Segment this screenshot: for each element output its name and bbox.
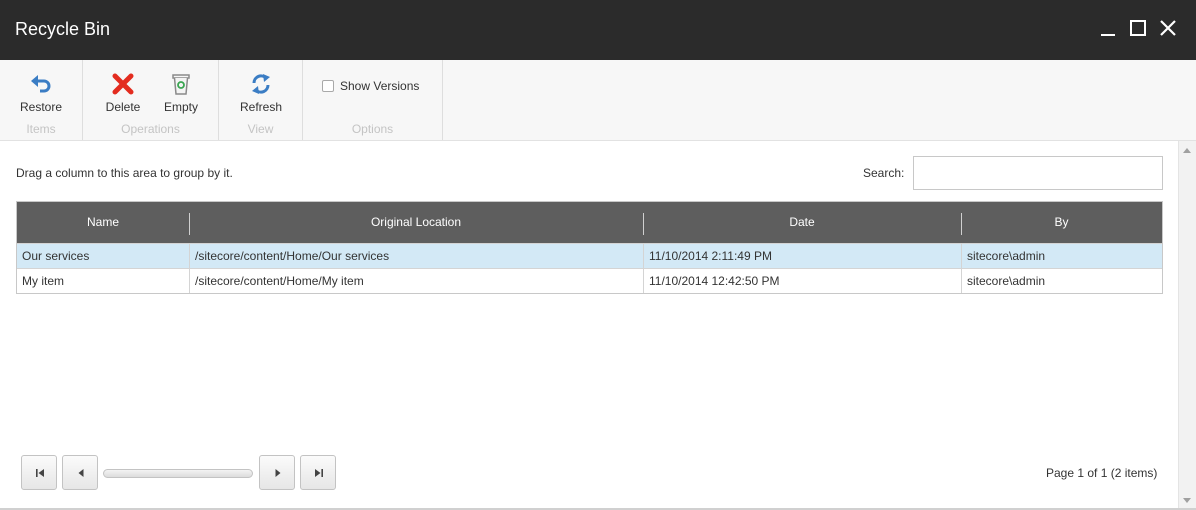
cell-name: My item (22, 274, 64, 288)
ribbon-group-items: Restore Items (0, 60, 83, 140)
cell-by: sitecore\admin (961, 269, 1162, 293)
cell-by: sitecore\admin (961, 244, 1162, 268)
last-page-icon (315, 469, 323, 477)
last-page-button[interactable] (300, 455, 336, 490)
column-header-by[interactable]: By (961, 202, 1162, 243)
close-icon[interactable] (1156, 16, 1180, 40)
empty-button[interactable]: Empty (161, 72, 201, 114)
first-page-button[interactable] (21, 455, 57, 490)
delete-label: Delete (105, 100, 141, 114)
group-caption-operations: Operations (121, 122, 180, 136)
ribbon-group-view: Refresh View (219, 60, 303, 140)
maximize-icon[interactable] (1126, 16, 1150, 40)
title-bar: Recycle Bin (0, 0, 1196, 60)
next-page-icon (275, 469, 281, 477)
ribbon-group-operations: Delete Empty Operations (83, 60, 219, 140)
show-versions-toggle[interactable]: Show Versions (322, 79, 419, 93)
ribbon-toolbar: Restore Items Delete Empty Operations Re… (0, 60, 1196, 141)
grid-header: Name Original Location Date By (17, 202, 1162, 243)
recycle-bin-grid: Name Original Location Date By Our servi… (16, 201, 1163, 294)
restore-button[interactable]: Restore (18, 72, 64, 114)
show-versions-label: Show Versions (340, 79, 420, 93)
cell-original-location: /sitecore/content/Home/My item (189, 269, 643, 293)
cell-date: 11/10/2014 12:42:50 PM (643, 269, 961, 293)
group-caption-items: Items (26, 122, 56, 136)
restore-label: Restore (19, 100, 63, 114)
ribbon-group-options: Show Versions Options (303, 60, 443, 140)
first-page-icon (36, 469, 44, 477)
red-x-icon (112, 73, 134, 95)
group-caption-options: Options (351, 122, 394, 136)
group-by-hint: Drag a column to this area to group by i… (16, 166, 233, 180)
next-page-button[interactable] (259, 455, 295, 490)
empty-label: Empty (163, 100, 198, 114)
cell-original-location: /sitecore/content/Home/Our services (189, 244, 643, 268)
table-row[interactable]: Our services /sitecore/content/Home/Our … (17, 243, 1162, 268)
page-slider[interactable] (103, 469, 253, 478)
group-caption-view: View (247, 122, 274, 136)
previous-page-button[interactable] (62, 455, 98, 490)
refresh-label: Refresh (239, 100, 283, 114)
undo-arrow-icon (31, 75, 51, 93)
vertical-scrollbar[interactable] (1178, 141, 1196, 510)
column-header-original-location[interactable]: Original Location (189, 202, 643, 243)
table-row[interactable]: My item /sitecore/content/Home/My item 1… (17, 268, 1162, 293)
search-label: Search: (863, 166, 905, 180)
pager-summary: Page 1 of 1 (2 items) (1046, 466, 1158, 480)
delete-button[interactable]: Delete (103, 72, 143, 114)
minimize-icon[interactable] (1098, 16, 1122, 40)
show-versions-checkbox[interactable] (322, 80, 334, 92)
refresh-button[interactable]: Refresh (237, 72, 285, 114)
column-header-name[interactable]: Name (17, 202, 189, 243)
cell-date: 11/10/2014 2:11:49 PM (643, 244, 961, 268)
search-input[interactable] (913, 156, 1163, 190)
column-header-date[interactable]: Date (643, 202, 961, 243)
previous-page-icon (78, 469, 84, 477)
refresh-arrows-icon (252, 74, 270, 94)
cell-name: Our services (22, 249, 90, 263)
trash-can-icon (172, 74, 190, 95)
scroll-down-icon[interactable] (1183, 498, 1191, 503)
window-title: Recycle Bin (15, 19, 111, 39)
scroll-up-icon[interactable] (1183, 148, 1191, 153)
